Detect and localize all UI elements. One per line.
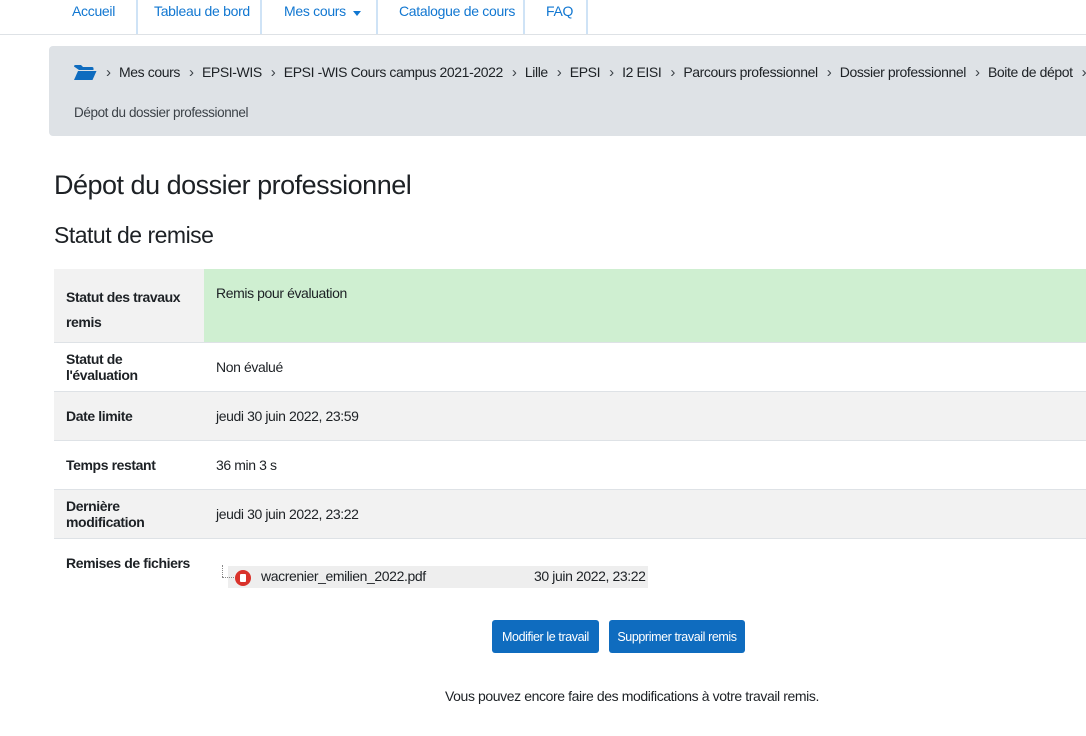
file-date: 30 juin 2022, 23:22 [534, 568, 646, 584]
breadcrumb-item-i2-eisi[interactable]: I2 EISI [622, 64, 662, 80]
row-label: Date limite [66, 408, 133, 424]
breadcrumb-separator: › [511, 63, 517, 81]
breadcrumb-item-boite-de-depot[interactable]: Boite de dépot [988, 64, 1073, 80]
nav-separator [376, 0, 378, 34]
submission-status-table: Statut des travaux remis Remis pour éval… [54, 269, 1086, 604]
row-label: Temps restant [66, 457, 156, 473]
grading-status-value: Non évalué [216, 359, 283, 375]
nav-separator [136, 0, 138, 34]
table-row: Statut de l'évaluation Non évalué [54, 343, 1086, 392]
row-label: Statut de l'évaluation [66, 351, 138, 383]
breadcrumb: › Mes cours › EPSI-WIS › EPSI -WIS Cours… [49, 46, 1086, 136]
table-row: Temps restant 36 min 3 s [54, 441, 1086, 490]
table-row: Remises de fichiers wacrenier_emilien_20… [54, 539, 1086, 604]
edit-submission-button[interactable]: Modifier le travail [492, 620, 599, 653]
submission-status-value: Remis pour évaluation [204, 269, 1086, 342]
breadcrumb-separator: › [106, 63, 111, 81]
breadcrumb-separator: › [188, 63, 194, 81]
nav-item-mes-cours[interactable]: Mes cours [284, 0, 361, 34]
nav-item-tableau-de-bord[interactable]: Tableau de bord [154, 0, 250, 34]
breadcrumb-separator: › [670, 63, 676, 81]
breadcrumb-line: › Mes cours › EPSI-WIS › EPSI -WIS Cours… [73, 62, 1086, 82]
nav-separator [523, 0, 525, 34]
breadcrumb-item-epsi[interactable]: EPSI [570, 64, 601, 80]
file-tree: wacrenier_emilien_2022.pdf 30 juin 2022,… [216, 565, 648, 589]
breadcrumb-item-lille[interactable]: Lille [525, 64, 548, 80]
table-row: Dernière modification jeudi 30 juin 2022… [54, 490, 1086, 539]
caret-down-icon [352, 11, 361, 16]
breadcrumb-item-parcours-professionnel[interactable]: Parcours professionnel [683, 64, 818, 80]
breadcrumb-separator: › [270, 63, 276, 81]
nav-separator [586, 0, 588, 34]
table-row: Statut des travaux remis Remis pour éval… [54, 269, 1086, 343]
remove-submission-button[interactable]: Supprimer travail remis [609, 620, 745, 653]
section-title: Statut de remise [54, 222, 214, 248]
breadcrumb-separator: › [556, 63, 562, 81]
last-modified-value: jeudi 30 juin 2022, 23:22 [216, 506, 359, 522]
file-link[interactable]: wacrenier_emilien_2022.pdf [261, 568, 426, 584]
edit-notice: Vous pouvez encore faire des modificatio… [445, 688, 819, 704]
row-label: Remises de fichiers [66, 555, 190, 571]
breadcrumb-separator: › [1082, 64, 1086, 81]
pdf-file-icon[interactable] [235, 570, 251, 586]
nav-item-catalogue-de-cours[interactable]: Catalogue de cours [399, 0, 515, 34]
tree-line [222, 565, 223, 577]
top-navigation: Accueil Tableau de bord Mes cours Catalo… [0, 0, 1086, 35]
tree-line [222, 577, 234, 578]
page-title: Dépot du dossier professionnel [54, 170, 412, 200]
breadcrumb-current: Dépot du dossier professionnel [74, 105, 249, 120]
breadcrumb-separator: › [826, 63, 832, 81]
nav-separator [260, 0, 262, 34]
nav-item-faq[interactable]: FAQ [546, 0, 573, 34]
due-date-value: jeudi 30 juin 2022, 23:59 [216, 408, 359, 424]
nav-item-mes-cours-label: Mes cours [284, 3, 346, 19]
breadcrumb-item-mes-cours[interactable]: Mes cours [119, 64, 180, 80]
row-label: Statut des travaux remis [66, 289, 181, 330]
folder-open-icon[interactable] [73, 64, 97, 81]
row-label: Dernière modification [66, 498, 145, 530]
breadcrumb-item-cours-campus[interactable]: EPSI -WIS Cours campus 2021-2022 [284, 64, 503, 80]
nav-item-accueil[interactable]: Accueil [72, 0, 115, 34]
table-row: Date limite jeudi 30 juin 2022, 23:59 [54, 392, 1086, 441]
breadcrumb-separator: › [609, 63, 615, 81]
breadcrumb-item-epsi-wis[interactable]: EPSI-WIS [202, 64, 262, 80]
time-remaining-value: 36 min 3 s [216, 457, 277, 473]
file-submissions-value: wacrenier_emilien_2022.pdf 30 juin 2022,… [204, 539, 1086, 604]
breadcrumb-separator: › [974, 63, 980, 81]
breadcrumb-item-dossier-professionnel[interactable]: Dossier professionnel [840, 64, 967, 80]
